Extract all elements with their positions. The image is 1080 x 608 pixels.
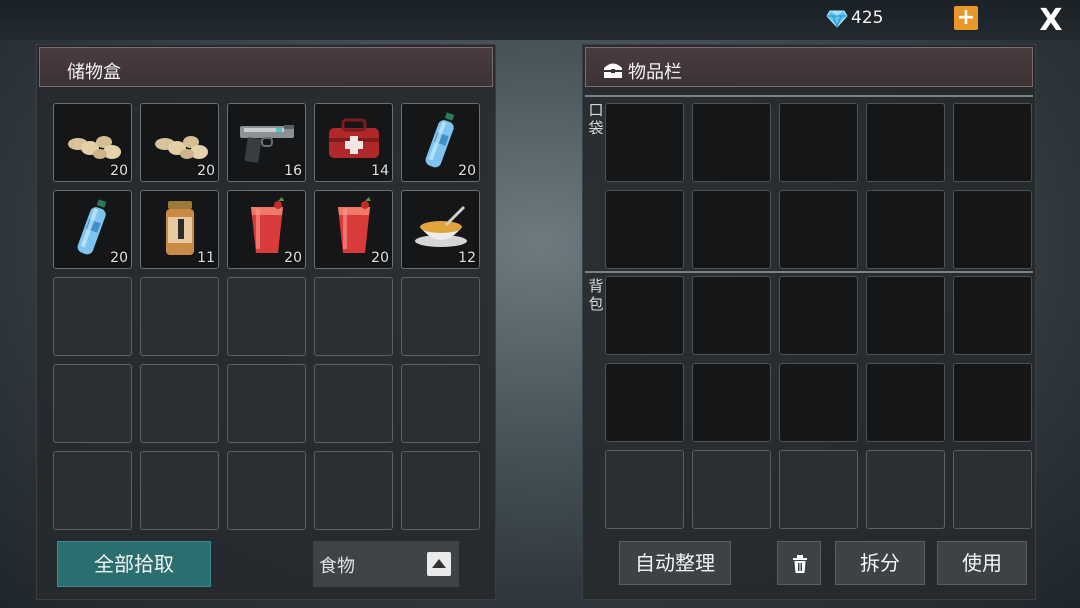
storage-grid: 20 20 16 14 20 20 11 20 20 12 [53,103,480,530]
backpack-slot-locked[interactable] [866,450,945,529]
item-quantity: 20 [110,250,128,266]
pocket-slot[interactable] [605,103,684,182]
backpack-slot[interactable] [779,276,858,355]
backpack-slot[interactable] [953,363,1032,442]
backpack-slot[interactable] [866,363,945,442]
collect-all-button[interactable]: 全部拾取 [57,541,211,587]
storage-slot[interactable] [140,277,219,356]
inventory-panel: 物品栏 口袋 背包 自动整理 拆分 使用 [582,44,1036,600]
storage-slot[interactable] [401,451,480,530]
backpack-slot-locked[interactable] [605,450,684,529]
storage-slot[interactable]: 20 [401,103,480,182]
item-quantity: 20 [458,163,476,179]
storage-slot[interactable] [53,277,132,356]
storage-slot[interactable] [314,277,393,356]
item-quantity: 20 [197,163,215,179]
inventory-header: 物品栏 [585,47,1033,87]
add-currency-button[interactable]: + [954,6,978,30]
storage-slot[interactable] [227,364,306,443]
delete-button[interactable] [777,541,821,585]
diamond-icon [826,10,848,29]
plus-icon: + [956,5,976,30]
use-button[interactable]: 使用 [937,541,1027,585]
storage-slot[interactable]: 14 [314,103,393,182]
pocket-slot[interactable] [779,103,858,182]
backpack-grid [605,276,1032,529]
backpack-slot-locked[interactable] [692,450,771,529]
item-quantity: 20 [284,250,302,266]
currency-amount: 425 [851,8,884,28]
storage-slot[interactable]: 16 [227,103,306,182]
pocket-slot[interactable] [866,103,945,182]
storage-title: 储物盒 [67,62,121,83]
storage-slot[interactable] [53,364,132,443]
storage-slot[interactable]: 20 [140,103,219,182]
inventory-title: 物品栏 [628,62,682,83]
close-icon: X [1039,3,1063,38]
storage-slot[interactable]: 20 [53,103,132,182]
storage-slot[interactable] [401,364,480,443]
backpack-slot[interactable] [779,363,858,442]
section-divider [585,271,1033,273]
storage-slot[interactable]: 11 [140,190,219,269]
pocket-slot[interactable] [605,190,684,269]
storage-panel: 储物盒 20 20 16 14 20 20 11 20 20 12 全部拾取 食… [36,44,496,600]
backpack-slot[interactable] [605,276,684,355]
storage-slot[interactable]: 20 [53,190,132,269]
backpack-slot-locked[interactable] [953,450,1032,529]
backpack-slot[interactable] [692,276,771,355]
split-button[interactable]: 拆分 [835,541,925,585]
storage-slot[interactable] [140,364,219,443]
item-quantity: 20 [110,163,128,179]
backpack-slot[interactable] [692,363,771,442]
backpack-slot-locked[interactable] [779,450,858,529]
pocket-label: 口袋 [588,101,604,137]
storage-slot[interactable] [227,451,306,530]
storage-slot[interactable]: 12 [401,190,480,269]
storage-slot[interactable] [401,277,480,356]
pocket-slot[interactable] [953,190,1032,269]
storage-slot[interactable] [53,451,132,530]
item-quantity: 12 [458,250,476,266]
storage-slot[interactable] [227,277,306,356]
trash-icon [793,555,807,573]
backpack-slot[interactable] [605,363,684,442]
pocket-slot[interactable] [953,103,1032,182]
storage-slot[interactable]: 20 [314,190,393,269]
section-divider [585,95,1033,97]
backpack-slot[interactable] [953,276,1032,355]
category-filter-value: 食物 [319,556,355,577]
pocket-slot[interactable] [866,190,945,269]
storage-slot[interactable] [314,451,393,530]
chest-icon [604,63,622,78]
item-quantity: 14 [371,163,389,179]
backpack-label: 背包 [588,277,604,313]
pocket-slot[interactable] [779,190,858,269]
storage-slot[interactable]: 20 [227,190,306,269]
chevron-up-icon[interactable] [427,552,451,576]
storage-slot[interactable] [140,451,219,530]
backpack-slot[interactable] [866,276,945,355]
item-quantity: 20 [371,250,389,266]
top-bar: 425 + X [0,0,1080,40]
auto-sort-button[interactable]: 自动整理 [619,541,731,585]
item-quantity: 16 [284,163,302,179]
category-filter-dropdown[interactable]: 食物 [313,541,459,587]
storage-header: 储物盒 [39,47,493,87]
item-quantity: 11 [197,250,215,266]
close-button[interactable]: X [1036,6,1066,36]
pocket-slot[interactable] [692,103,771,182]
storage-slot[interactable] [314,364,393,443]
pocket-slot[interactable] [692,190,771,269]
pocket-grid [605,103,1032,269]
